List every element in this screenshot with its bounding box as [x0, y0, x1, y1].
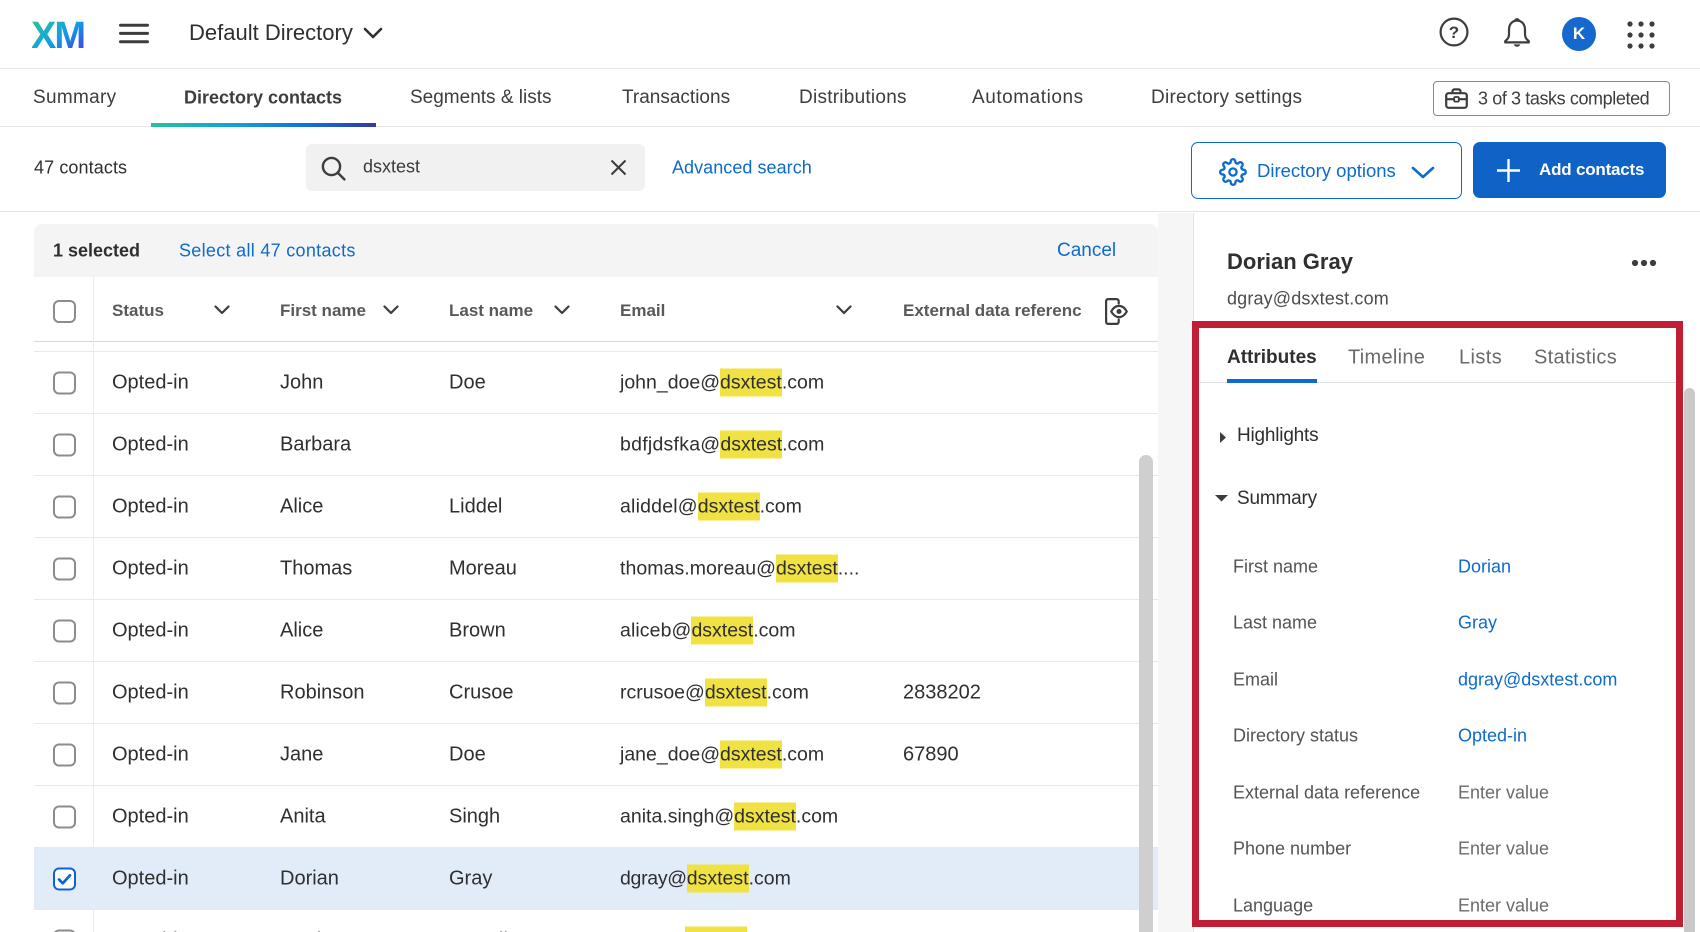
svg-text:?: ? [1449, 23, 1459, 42]
svg-text:XM: XM [32, 19, 84, 49]
